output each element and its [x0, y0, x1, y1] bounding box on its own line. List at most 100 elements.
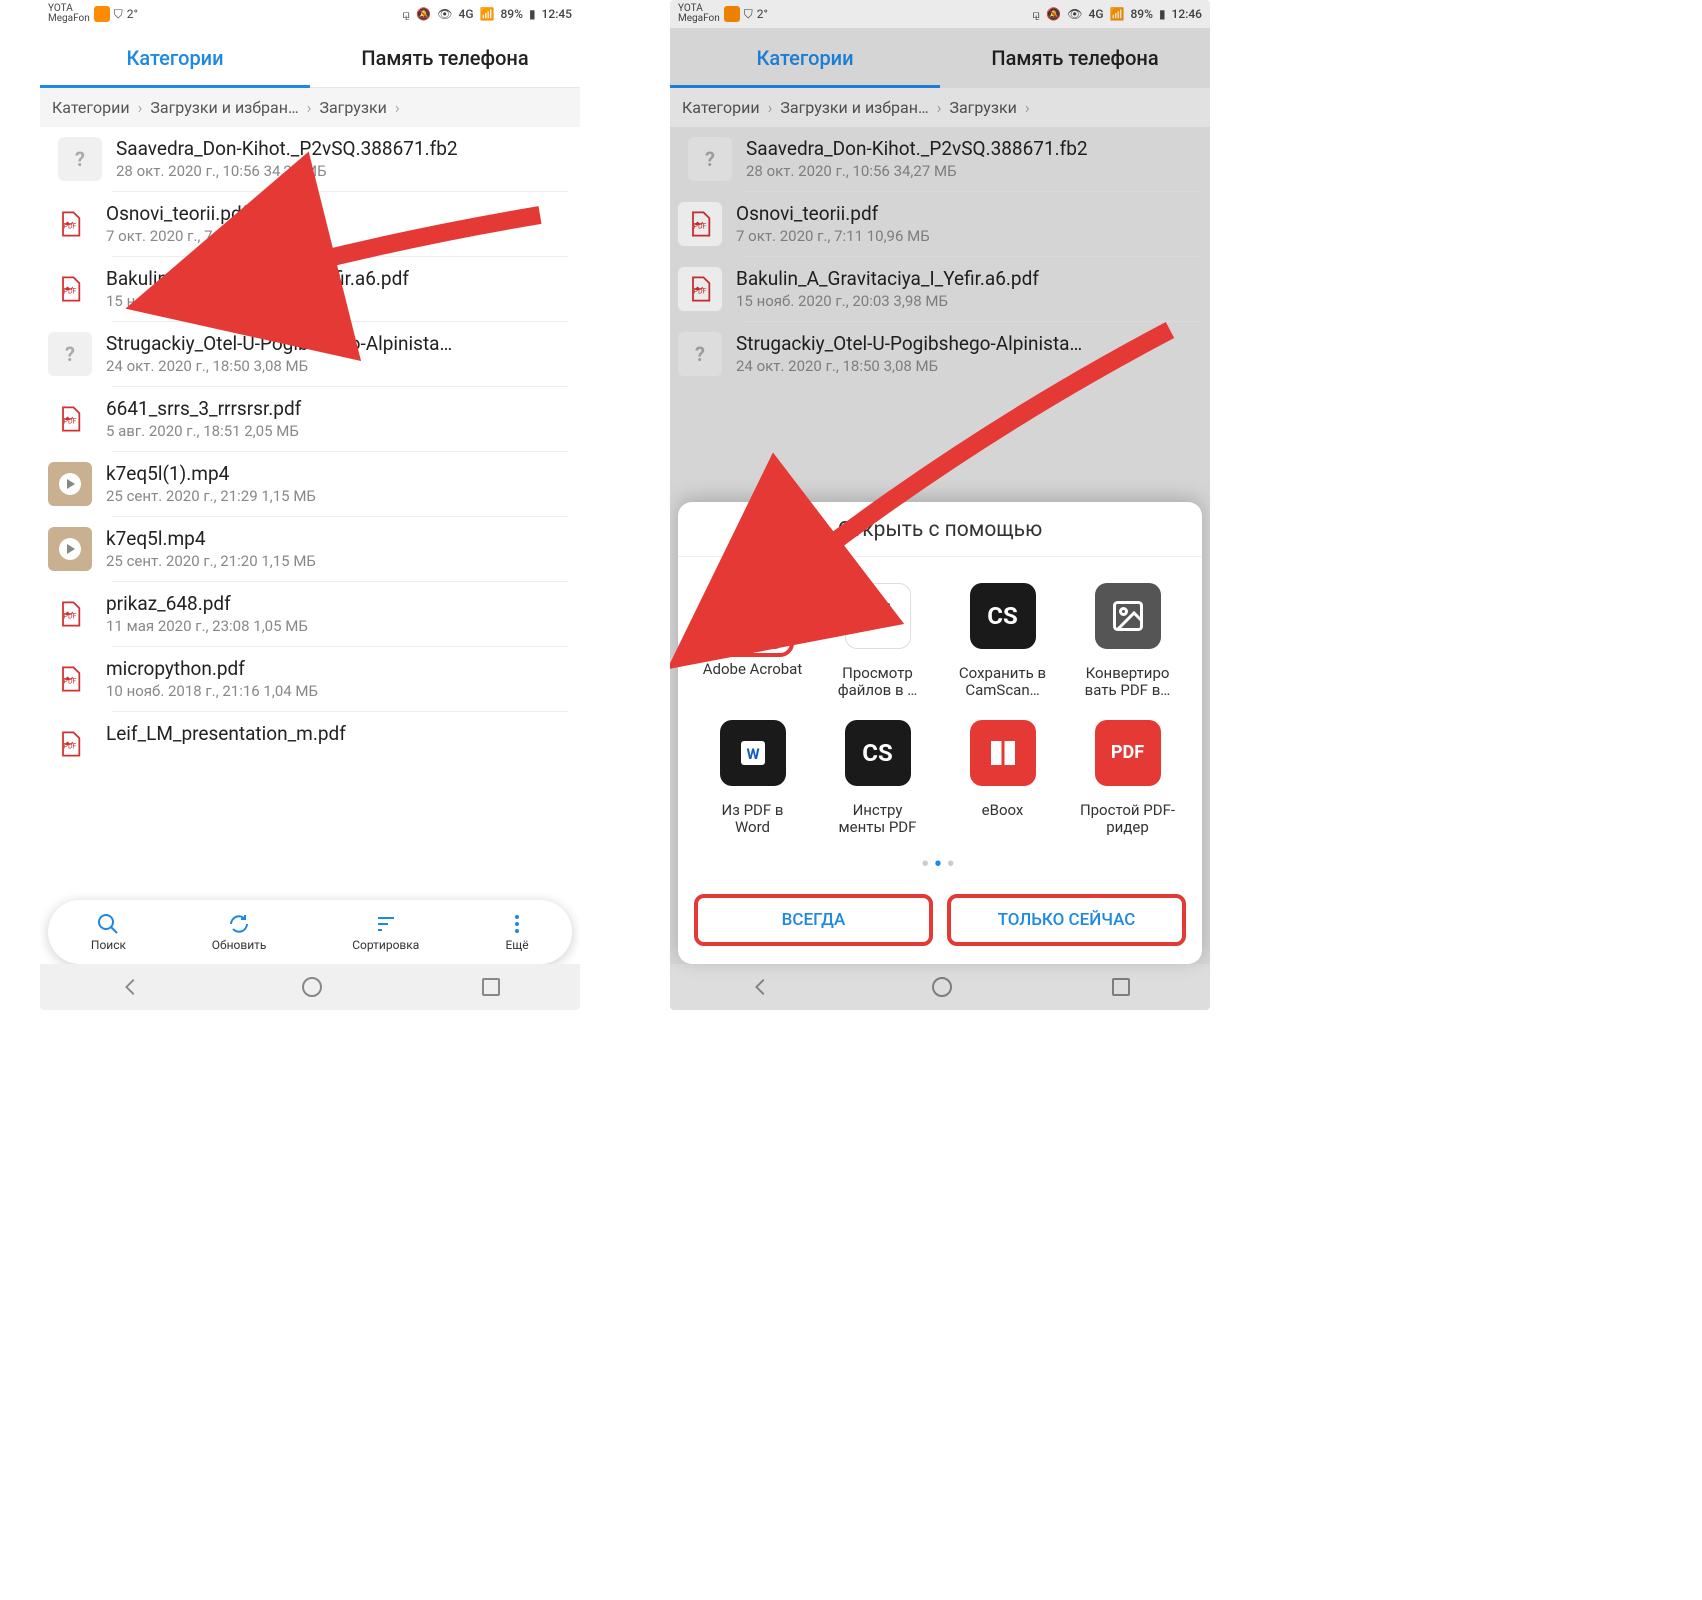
file-item[interactable]: PDF micropython.pdf 10 нояб. 2018 г., 21…: [112, 646, 568, 711]
app-cs[interactable]: CS Инстру менты PDF: [819, 712, 936, 837]
bottom-toolbar: Поиск Обновить Сортировка Ещё: [48, 900, 572, 964]
svg-text:W: W: [746, 745, 759, 763]
bc-1[interactable]: Загрузки и избран…: [150, 98, 298, 117]
cs-icon: CS: [970, 583, 1036, 649]
always-button[interactable]: ВСЕГДА: [694, 894, 933, 946]
clock: 12:46: [1172, 7, 1202, 21]
open-with-sheet: Открыть с помощью Adobe Acrobat PDF◆◆ Пр…: [678, 502, 1202, 964]
android-nav: [40, 964, 580, 1010]
eboox-icon: [970, 720, 1036, 786]
refresh-button[interactable]: Обновить: [212, 912, 267, 952]
sort-icon: [374, 912, 398, 936]
sort-label: Сортировка: [352, 938, 419, 952]
battery-text: 89%: [1130, 7, 1152, 21]
chevron-right-icon: ›: [1025, 98, 1030, 117]
search-icon: [96, 912, 120, 936]
file-item[interactable]: k7eq5l(1).mp4 25 сент. 2020 г., 21:29 1,…: [112, 451, 568, 516]
network-icon: 4G: [459, 7, 474, 21]
eye-icon: 👁: [437, 7, 452, 21]
file-item[interactable]: ? Strugackiy_Otel-U-Pogibshego-Alpinista…: [742, 321, 1198, 386]
chevron-right-icon: ›: [138, 98, 143, 117]
recent-icon[interactable]: [1112, 978, 1130, 996]
app-image[interactable]: Конвертиро вать PDF в…: [1069, 575, 1186, 700]
bc-0[interactable]: Категории: [682, 98, 760, 117]
file-meta: 28 окт. 2020 г., 10:56 34,27 МБ: [116, 162, 568, 180]
update-icon: [724, 6, 740, 22]
bc-2[interactable]: Загрузки: [949, 98, 1016, 117]
file-name: Bakulin_A_Gravitaciya_I_Yefir.a6.pdf: [736, 267, 1186, 290]
pdf-icon: PDF: [678, 267, 722, 311]
more-label: Ещё: [505, 938, 528, 952]
recent-icon[interactable]: [482, 978, 500, 996]
tab-categories[interactable]: Категории: [40, 28, 310, 87]
video-icon: [48, 527, 92, 571]
battery-text: 89%: [500, 7, 522, 21]
file-item[interactable]: PDF Bakulin_A_Gravitaciya_I_Yefir.a6.pdf…: [742, 256, 1198, 321]
bc-2[interactable]: Загрузки: [319, 98, 386, 117]
home-icon[interactable]: [302, 977, 322, 997]
cs-icon: CS: [845, 720, 911, 786]
file-meta: 24 окт. 2020 г., 18:50 3,08 МБ: [106, 357, 556, 375]
file-item[interactable]: PDF prikaz_648.pdf 11 мая 2020 г., 23:08…: [112, 581, 568, 646]
file-item[interactable]: ? Strugackiy_Otel-U-Pogibshego-Alpinista…: [112, 321, 568, 386]
file-item[interactable]: k7eq5l.mp4 25 сент. 2020 г., 21:20 1,15 …: [112, 516, 568, 581]
bc-1[interactable]: Загрузки и избран…: [780, 98, 928, 117]
file-item[interactable]: PDF Osnovi_teorii.pdf 7 окт. 2020 г., 7:…: [742, 191, 1198, 256]
dropbox-icon: PDF◆◆: [845, 583, 911, 649]
app-pdfreader[interactable]: PDF Простой PDF-ридер: [1069, 712, 1186, 837]
unknown-icon: ?: [58, 137, 102, 181]
status-bar: YOTA MegaFon ⛉ 2° ⚼ 🔕 👁 4G 📶 89% ▮ 12:46: [670, 0, 1210, 28]
acrobat-icon: [720, 583, 786, 649]
refresh-icon: [227, 912, 251, 936]
app-acrobat[interactable]: Adobe Acrobat: [694, 575, 811, 700]
tabs: Категории Память телефона: [670, 28, 1210, 88]
sort-button[interactable]: Сортировка: [352, 912, 419, 952]
file-meta: 25 сент. 2020 г., 21:29 1,15 МБ: [106, 487, 556, 505]
app-dropbox[interactable]: PDF◆◆ Просмотр файлов в …: [819, 575, 936, 700]
app-label: Сохранить в CamScan…: [953, 665, 1053, 700]
file-item[interactable]: ? Saavedra_Don-Kihot._P2vSQ.388671.fb2 2…: [40, 127, 580, 191]
bc-0[interactable]: Категории: [52, 98, 130, 117]
pdfreader-icon: PDF: [1095, 720, 1161, 786]
pdf-icon: PDF: [48, 202, 92, 246]
more-button[interactable]: Ещё: [505, 912, 529, 952]
file-item[interactable]: ? Saavedra_Don-Kihot._P2vSQ.388671.fb2 2…: [670, 127, 1210, 191]
tab-storage[interactable]: Память телефона: [940, 28, 1210, 87]
file-name: Strugackiy_Otel-U-Pogibshego-Alpinista…: [736, 332, 1186, 355]
battery-icon: ▮: [1159, 7, 1166, 21]
app-eboox[interactable]: eBoox: [944, 712, 1061, 837]
file-item[interactable]: PDF Bakulin_A_Gravitaciya_I_Yefir.a6.pdf…: [112, 256, 568, 321]
tabs: Категории Память телефона: [40, 28, 580, 88]
chevron-right-icon: ›: [937, 98, 942, 117]
breadcrumb: Категории › Загрузки и избран… › Загрузк…: [40, 88, 580, 127]
temp: 2°: [127, 7, 138, 21]
file-list[interactable]: ? Saavedra_Don-Kihot._P2vSQ.388671.fb2 2…: [40, 127, 580, 776]
file-item[interactable]: PDF 6641_srrs_3_rrrsrsr.pdf 5 авг. 2020 …: [112, 386, 568, 451]
app-label: Инстру менты PDF: [828, 802, 928, 837]
tab-categories[interactable]: Категории: [670, 28, 940, 87]
file-meta: 25 сент. 2020 г., 21:20 1,15 МБ: [106, 552, 556, 570]
file-meta: 7 окт. 2020 г., 7:11 10,96 МБ: [736, 227, 1186, 245]
file-meta: 5 авг. 2020 г., 18:51 2,05 МБ: [106, 422, 556, 440]
file-name: micropython.pdf: [106, 657, 556, 680]
file-list[interactable]: ? Saavedra_Don-Kihot._P2vSQ.388671.fb2 2…: [670, 127, 1210, 386]
file-item[interactable]: PDF Osnovi_teorii.pdf 7 окт. 2020 г., 7:…: [112, 191, 568, 256]
file-name: prikaz_648.pdf: [106, 592, 556, 615]
breadcrumb: Категории › Загрузки и избран… › Загрузк…: [670, 88, 1210, 127]
image-icon: [1095, 583, 1161, 649]
battery-icon: ▮: [529, 7, 536, 21]
tab-storage[interactable]: Память телефона: [310, 28, 580, 87]
app-word[interactable]: W Из PDF в Word: [694, 712, 811, 837]
just-once-button[interactable]: ТОЛЬКО СЕЙЧАС: [947, 894, 1186, 946]
app-cs[interactable]: CS Сохранить в CamScan…: [944, 575, 1061, 700]
file-name: Leif_LM_presentation_m.pdf: [106, 722, 556, 745]
file-item[interactable]: PDF Leif_LM_presentation_m.pdf: [112, 711, 568, 776]
chevron-right-icon: ›: [307, 98, 312, 117]
video-icon: [48, 462, 92, 506]
file-meta: 15 нояб. 2020 г., 20:03 3,98 МБ: [736, 292, 1186, 310]
back-icon[interactable]: [750, 976, 772, 998]
search-button[interactable]: Поиск: [91, 912, 126, 952]
chevron-right-icon: ›: [768, 98, 773, 117]
home-icon[interactable]: [932, 977, 952, 997]
back-icon[interactable]: [120, 976, 142, 998]
